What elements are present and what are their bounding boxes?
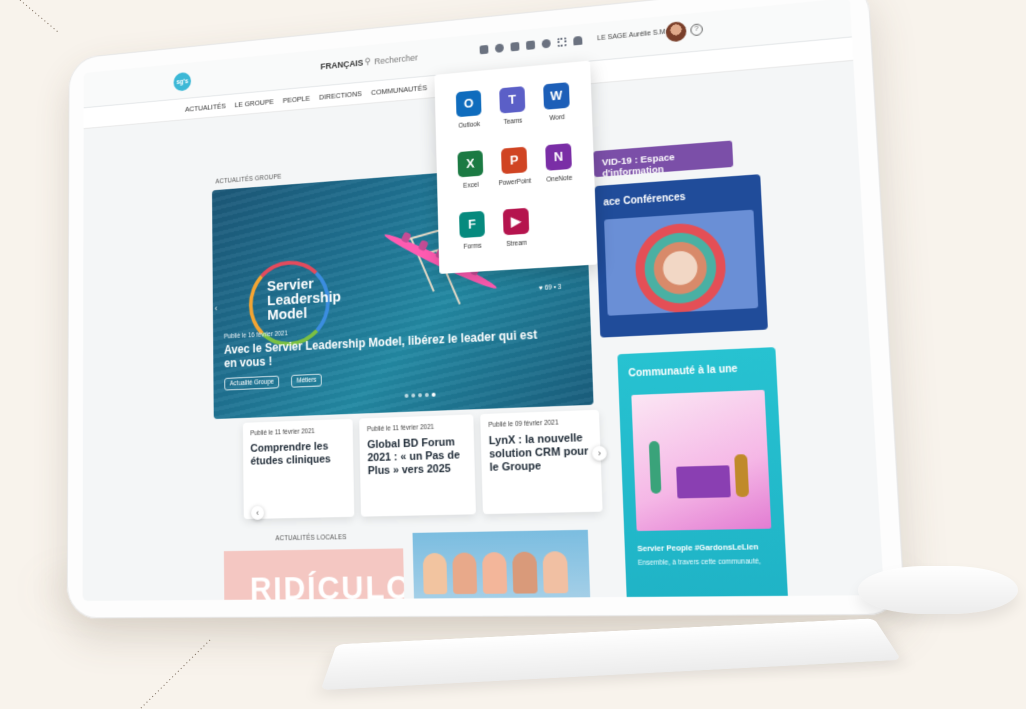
apps-grid-icon[interactable]	[557, 37, 567, 47]
bell-icon[interactable]	[573, 35, 583, 46]
app-stream[interactable]: ▶ Stream	[493, 207, 540, 249]
search-box[interactable]: ⚲ Rechercher	[364, 52, 418, 68]
forms-icon: F	[459, 210, 485, 239]
likes-count: 69	[544, 284, 552, 292]
app-onenote[interactable]: N OneNote	[535, 142, 582, 184]
gear-icon[interactable]	[541, 38, 551, 49]
community-illustration	[631, 389, 772, 532]
app-word[interactable]: W Word	[533, 81, 580, 123]
local-news-photo[interactable]	[412, 529, 592, 601]
group-news-label: ACTUALITÉS GROUPE	[215, 173, 282, 186]
card-date: Publié le 11 février 2021	[250, 428, 315, 438]
avatar[interactable]	[665, 20, 687, 43]
local-banner-text: RIDÍCULO	[249, 568, 405, 601]
news-card[interactable]: Publié le 11 février 2021 Comprendre les…	[242, 418, 355, 520]
word-icon: W	[543, 82, 570, 110]
nav-item-people[interactable]: PEOPLE	[283, 93, 310, 104]
cards-next-icon[interactable]: ›	[591, 445, 607, 461]
community-subtitle[interactable]: Servier People #GardonsLeLien	[637, 542, 759, 553]
local-news-label: ACTUALITÉS LOCALES	[275, 534, 347, 543]
app-powerpoint[interactable]: P PowerPoint	[491, 146, 537, 188]
conferences-image	[604, 209, 759, 316]
excel-icon: X	[457, 150, 484, 178]
news-card[interactable]: Publié le 09 février 2021 LynX : la nouv…	[480, 409, 603, 515]
app-teams[interactable]: T Teams	[490, 85, 536, 127]
card-title[interactable]: LynX : la nouvelle solution CRM pour le …	[489, 432, 593, 475]
covid-info-banner[interactable]: VID-19 : Espace d'information	[593, 140, 734, 180]
language-selector[interactable]: FRANÇAIS	[320, 58, 363, 71]
comment-icon[interactable]: ▪	[554, 284, 557, 291]
tag-actualite-groupe[interactable]: Actualité Groupe	[224, 375, 280, 391]
app-outlook[interactable]: O Outlook	[446, 89, 491, 131]
card-date: Publié le 11 février 2021	[366, 423, 435, 434]
app-excel[interactable]: X Excel	[448, 149, 494, 190]
megaphone-icon[interactable]	[526, 40, 536, 50]
app-forms[interactable]: F Forms	[449, 210, 495, 251]
servier-leadership-logo: Servier Leadership Model	[248, 258, 341, 348]
nav-item-actualites[interactable]: ACTUALITÉS	[185, 101, 226, 113]
tag-metiers[interactable]: Métiers	[291, 373, 323, 388]
app-logo[interactable]: sg's	[173, 71, 192, 92]
help-icon[interactable]: ?	[690, 23, 704, 37]
onenote-icon: N	[545, 143, 572, 171]
nav-item-le-groupe[interactable]: LE GROUPE	[235, 97, 274, 109]
conferences-panel[interactable]: ace Conférences	[594, 174, 768, 338]
stream-icon: ▶	[502, 207, 530, 236]
community-panel[interactable]: Communauté à la une Servier People #Gard…	[617, 347, 789, 601]
apps-dropdown: O Outlook T Teams W Word X Excel P Power…	[434, 60, 598, 274]
heart-icon[interactable]: ♥	[539, 285, 543, 292]
monitor-bezel: sg's FRANÇAIS ⚲ Rechercher LE SAGE Aurél…	[66, 0, 906, 619]
search-placeholder: Rechercher	[374, 52, 419, 66]
comments-count: 3	[557, 283, 562, 292]
nav-item-directions[interactable]: DIRECTIONS	[319, 89, 362, 101]
hero-stats: ♥ 69 ▪ 3	[539, 284, 562, 292]
card-date: Publié le 09 février 2021	[488, 419, 559, 430]
nav-item-communautes[interactable]: COMMUNAUTÉS	[371, 83, 427, 97]
card-title[interactable]: Global BD Forum 2021 : « un Pas de Plus …	[367, 436, 467, 478]
mouse	[858, 566, 1018, 614]
teams-icon: T	[499, 86, 526, 114]
card-title[interactable]: Comprendre les études cliniques	[250, 440, 345, 469]
search-icon: ⚲	[364, 56, 371, 67]
conferences-title: ace Conférences	[603, 191, 686, 209]
document-icon[interactable]	[510, 41, 520, 52]
outlook-icon: O	[455, 90, 482, 118]
toolbar-icons	[479, 35, 583, 55]
carousel-prev-icon[interactable]: ‹	[215, 303, 224, 313]
screen: sg's FRANÇAIS ⚲ Rechercher LE SAGE Aurél…	[82, 0, 885, 601]
link-icon[interactable]	[494, 43, 504, 53]
community-description: Ensemble, à travers cette communauté,	[637, 558, 762, 568]
chat-icon[interactable]	[479, 44, 489, 55]
local-news-image[interactable]: RIDÍCULO	[223, 548, 405, 601]
news-card[interactable]: Publié le 11 février 2021 Global BD Foru…	[359, 414, 476, 517]
community-title: Communauté à la une	[628, 363, 738, 380]
powerpoint-icon: P	[501, 146, 528, 175]
